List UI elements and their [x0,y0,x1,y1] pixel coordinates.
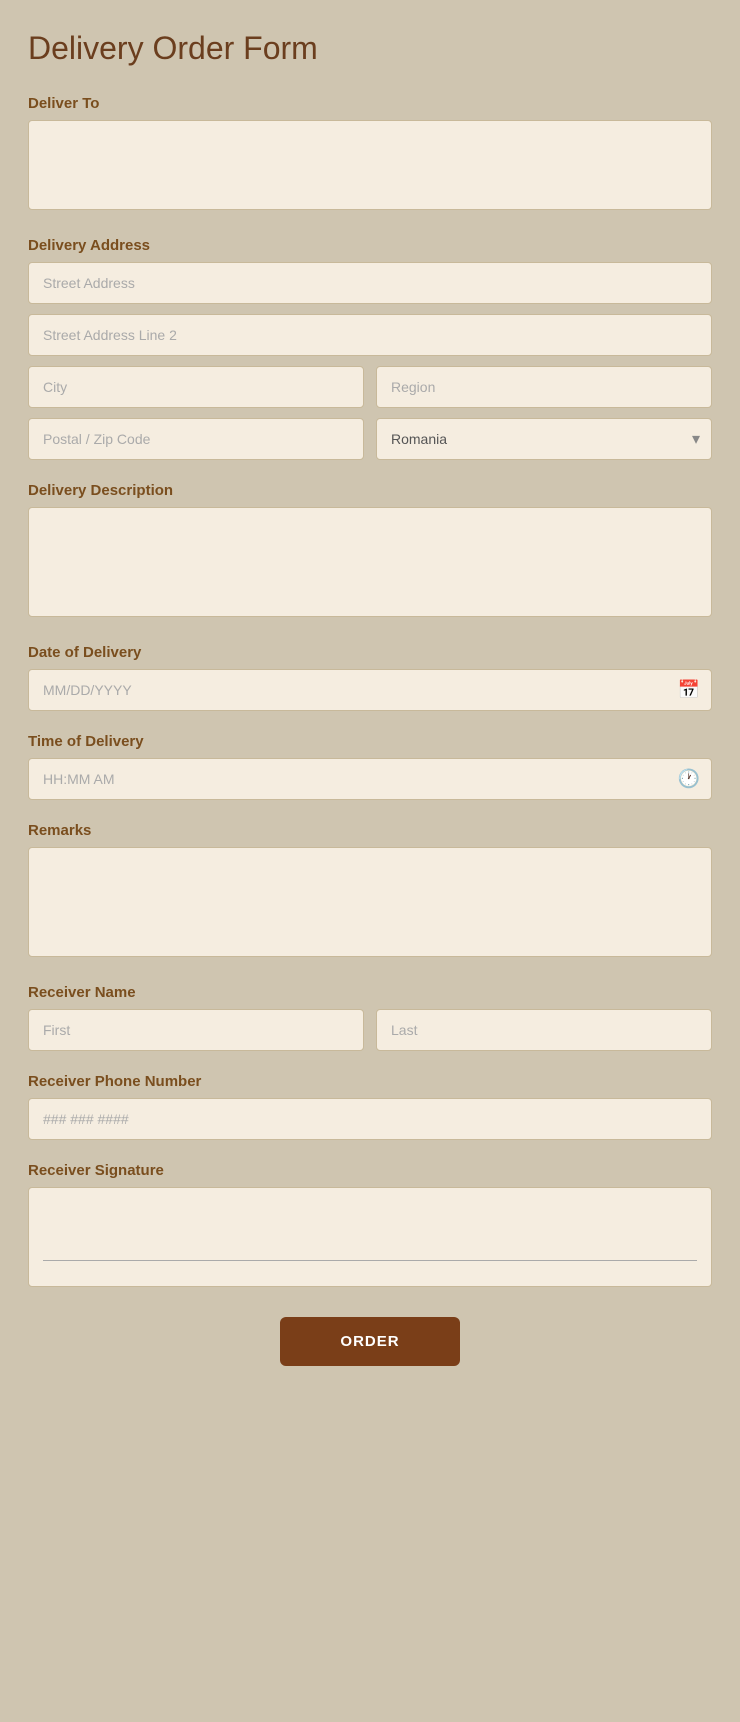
delivery-description-input[interactable] [28,507,712,617]
last-name-col [376,1009,712,1051]
city-region-row [28,366,712,408]
time-of-delivery-section: Time of Delivery 🕐 [28,733,712,800]
street-address-2-input[interactable] [28,314,712,356]
last-name-input[interactable] [376,1009,712,1051]
date-of-delivery-label: Date of Delivery [28,644,712,661]
signature-area[interactable] [28,1187,712,1287]
date-of-delivery-section: Date of Delivery 📅 [28,644,712,711]
remarks-input[interactable] [28,847,712,957]
postal-code-input[interactable] [28,418,364,460]
region-col [376,366,712,408]
receiver-name-label: Receiver Name [28,984,712,1001]
date-input-wrap: 📅 [28,669,712,711]
page-title: Delivery Order Form [28,30,712,67]
receiver-signature-label: Receiver Signature [28,1162,712,1179]
delivery-address-label: Delivery Address [28,237,712,254]
time-of-delivery-input[interactable] [28,758,712,800]
deliver-to-input[interactable] [28,120,712,210]
deliver-to-section: Deliver To [28,95,712,215]
country-select-wrap: Romania United States United Kingdom Ger… [376,418,712,460]
receiver-name-section: Receiver Name [28,984,712,1051]
receiver-signature-section: Receiver Signature [28,1162,712,1287]
date-of-delivery-input[interactable] [28,669,712,711]
signature-line [43,1260,697,1261]
time-input-wrap: 🕐 [28,758,712,800]
address-stack: Romania United States United Kingdom Ger… [28,262,712,460]
time-of-delivery-label: Time of Delivery [28,733,712,750]
postal-col [28,418,364,460]
delivery-description-label: Delivery Description [28,482,712,499]
receiver-phone-label: Receiver Phone Number [28,1073,712,1090]
first-name-col [28,1009,364,1051]
street-address-input[interactable] [28,262,712,304]
remarks-section: Remarks [28,822,712,962]
order-button-wrap: ORDER [28,1317,712,1366]
city-input[interactable] [28,366,364,408]
deliver-to-label: Deliver To [28,95,712,112]
city-col [28,366,364,408]
first-name-input[interactable] [28,1009,364,1051]
order-button[interactable]: ORDER [280,1317,459,1366]
delivery-address-section: Delivery Address Romania United States U… [28,237,712,460]
receiver-phone-input[interactable] [28,1098,712,1140]
country-select[interactable]: Romania United States United Kingdom Ger… [376,418,712,460]
receiver-phone-section: Receiver Phone Number [28,1073,712,1140]
delivery-description-section: Delivery Description [28,482,712,622]
receiver-name-row [28,1009,712,1051]
remarks-label: Remarks [28,822,712,839]
region-input[interactable] [376,366,712,408]
postal-country-row: Romania United States United Kingdom Ger… [28,418,712,460]
